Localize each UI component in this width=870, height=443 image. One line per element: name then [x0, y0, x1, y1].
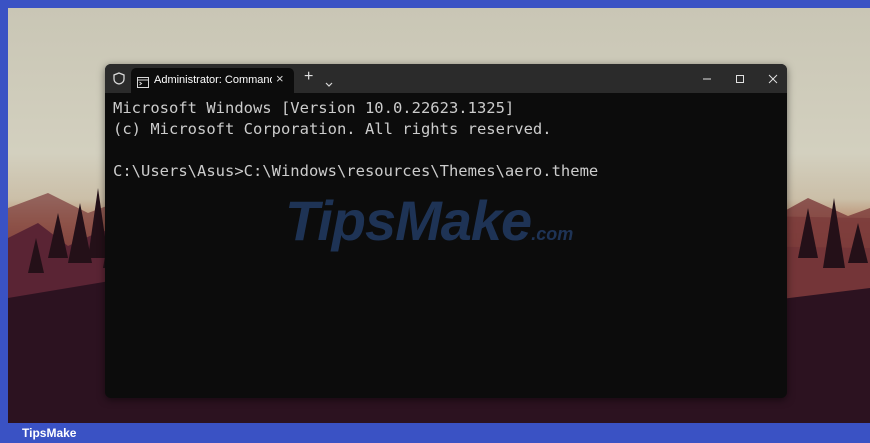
close-icon: [768, 74, 778, 84]
watermark-logo: TipsMake.com: [285, 188, 573, 253]
watermark-main: TipsMake: [285, 189, 532, 252]
tab-title: Administrator: Command Prompt: [154, 74, 272, 86]
maximize-button[interactable]: [728, 70, 752, 88]
chevron-down-icon[interactable]: [325, 75, 333, 93]
terminal-titlebar[interactable]: Administrator: Command Prompt × +: [105, 64, 787, 93]
close-tab-icon[interactable]: ×: [276, 71, 284, 86]
console-line: Microsoft Windows [Version 10.0.22623.13…: [113, 99, 515, 117]
console-command-line: C:\Users\Asus>C:\Windows\resources\Theme…: [113, 162, 599, 180]
close-window-button[interactable]: [761, 70, 785, 88]
new-tab-button[interactable]: +: [304, 68, 313, 86]
maximize-icon: [736, 75, 744, 83]
console-line: (c) Microsoft Corporation. All rights re…: [113, 120, 552, 138]
footer-bar: TipsMake: [0, 423, 870, 443]
watermark-suffix: .com: [531, 224, 574, 244]
tab-command-prompt[interactable]: Administrator: Command Prompt ×: [131, 68, 294, 93]
terminal-window: Administrator: Command Prompt × +: [105, 64, 787, 398]
terminal-icon: [137, 75, 149, 93]
shield-icon: [113, 72, 125, 90]
minimize-button[interactable]: [695, 70, 719, 88]
footer-brand: TipsMake: [22, 426, 77, 440]
minimize-icon: [703, 78, 711, 80]
